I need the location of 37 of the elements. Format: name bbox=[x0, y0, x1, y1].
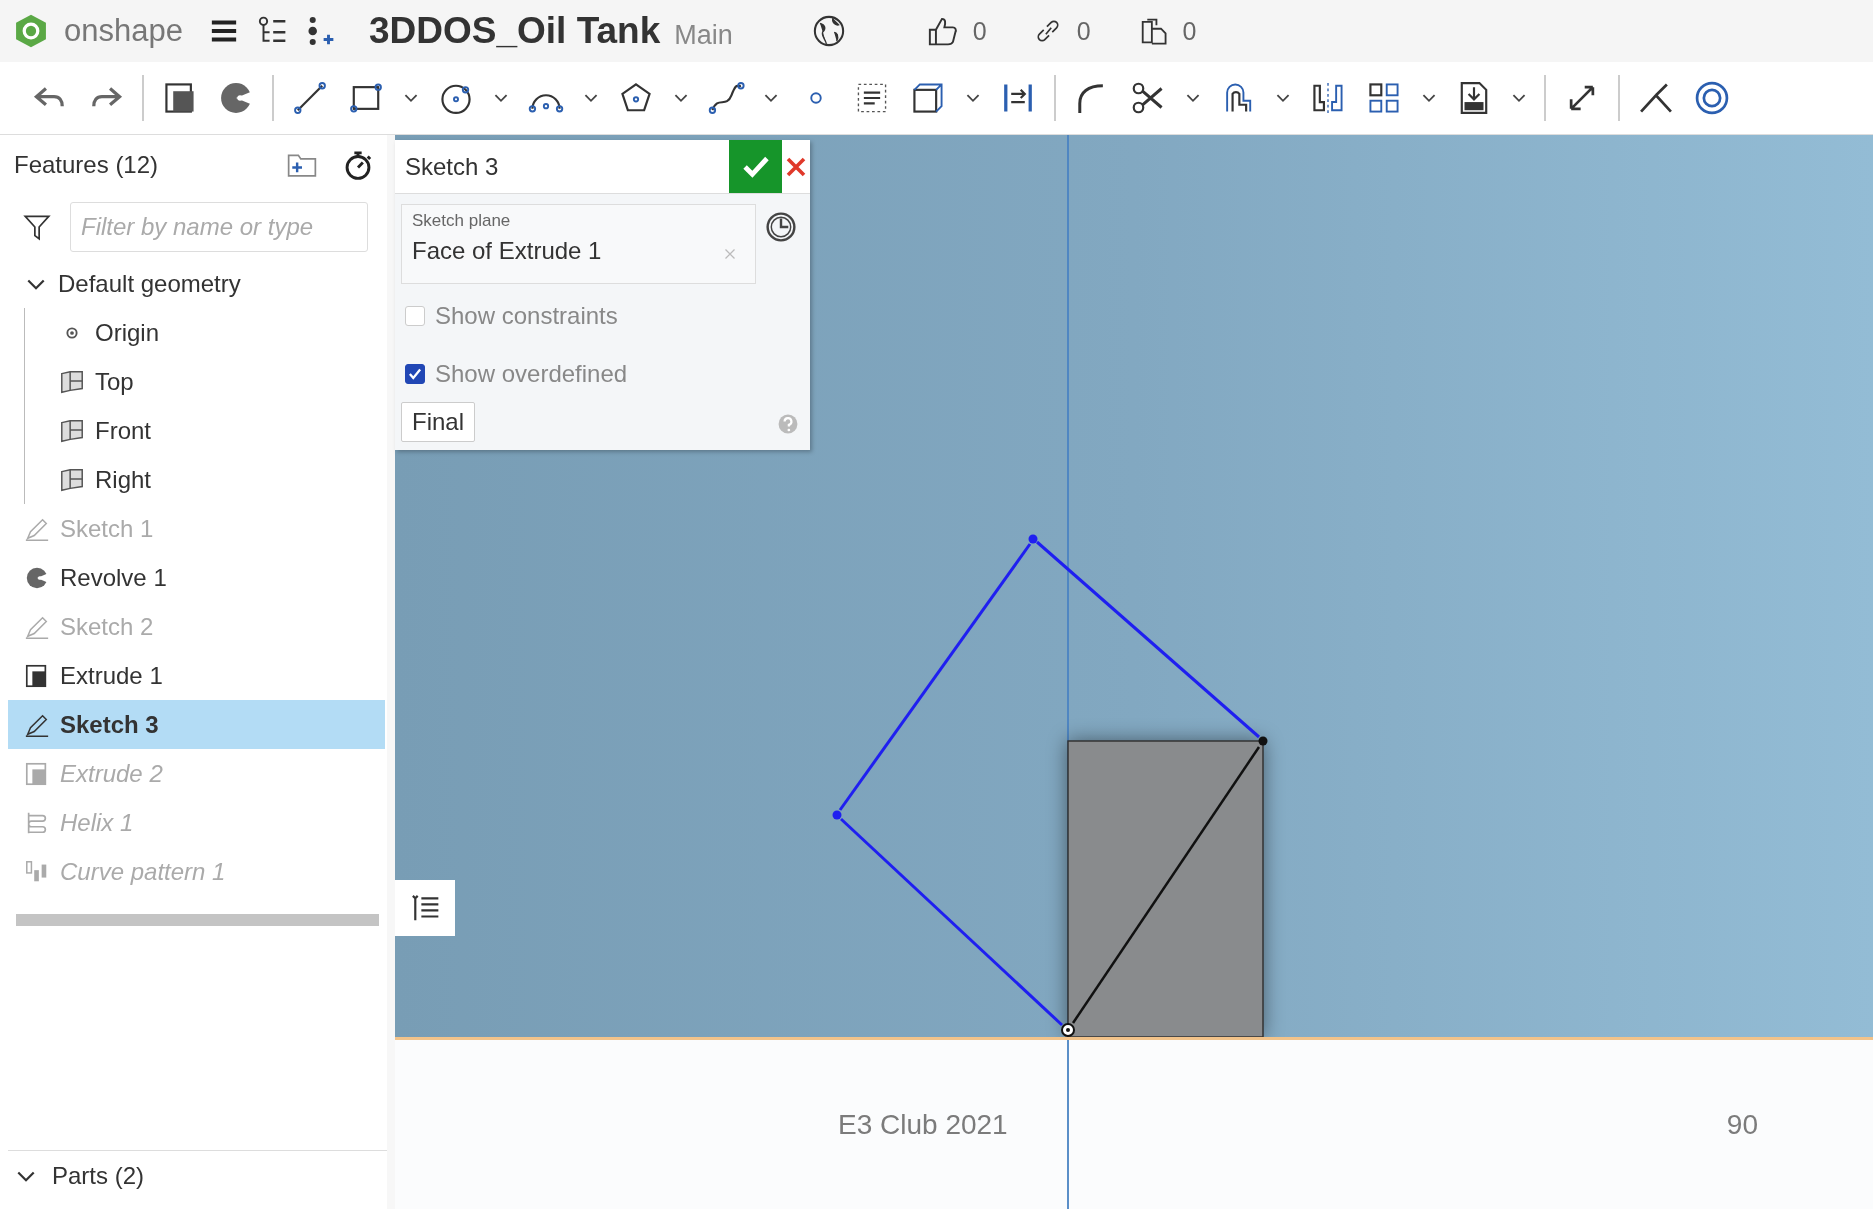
curve-icon[interactable] bbox=[707, 79, 745, 117]
sketch-point[interactable] bbox=[1028, 534, 1038, 544]
feature-item[interactable]: Sketch 3 bbox=[8, 700, 385, 749]
panel-title: Features (12) bbox=[14, 151, 160, 179]
like-count: 0 bbox=[972, 16, 987, 46]
concentric-circles-icon[interactable] bbox=[1693, 79, 1731, 117]
app-name: onshape bbox=[64, 13, 183, 49]
plane-icon bbox=[59, 417, 85, 444]
sketch-point[interactable] bbox=[1258, 736, 1268, 746]
checkbox[interactable] bbox=[405, 364, 425, 384]
plane-icon bbox=[59, 368, 85, 395]
origin-marker-icon[interactable] bbox=[1061, 1023, 1075, 1037]
feature-item[interactable]: Top bbox=[47, 357, 385, 406]
link-count: 0 bbox=[1076, 16, 1091, 46]
final-button[interactable]: Final bbox=[401, 402, 476, 442]
slide-footer-text: E3 Club 2021 bbox=[838, 1108, 1008, 1141]
feature-item[interactable]: Default geometry bbox=[8, 259, 385, 308]
filter-field[interactable]: Filter by name or type bbox=[70, 202, 368, 252]
document-title: 3DDOS_Oil Tank bbox=[368, 10, 661, 52]
filter-icon[interactable] bbox=[22, 212, 52, 242]
clock-icon[interactable] bbox=[764, 210, 798, 244]
feature-item[interactable]: Origin bbox=[47, 308, 385, 357]
scrollbar[interactable] bbox=[16, 914, 379, 926]
copy-count: 0 bbox=[1182, 16, 1197, 46]
feature-item[interactable]: Right bbox=[47, 455, 385, 504]
sketch-plane-field[interactable]: Sketch plane Face of Extrude 1 bbox=[401, 204, 756, 284]
feature-item[interactable]: Revolve 1 bbox=[8, 553, 385, 602]
sketch-point[interactable] bbox=[832, 810, 842, 820]
plane-icon bbox=[59, 466, 85, 493]
parts-label[interactable]: Parts (2) bbox=[52, 1162, 144, 1190]
dialog-title: Sketch 3 bbox=[405, 152, 500, 181]
line-icon[interactable] bbox=[291, 79, 329, 117]
feature-item[interactable]: Extrude 1 bbox=[8, 651, 385, 700]
page-number: 90 bbox=[1726, 1108, 1758, 1141]
list-toggle-button[interactable] bbox=[395, 880, 455, 936]
feature-item[interactable]: Front bbox=[47, 406, 385, 455]
accept-button[interactable] bbox=[729, 140, 782, 193]
